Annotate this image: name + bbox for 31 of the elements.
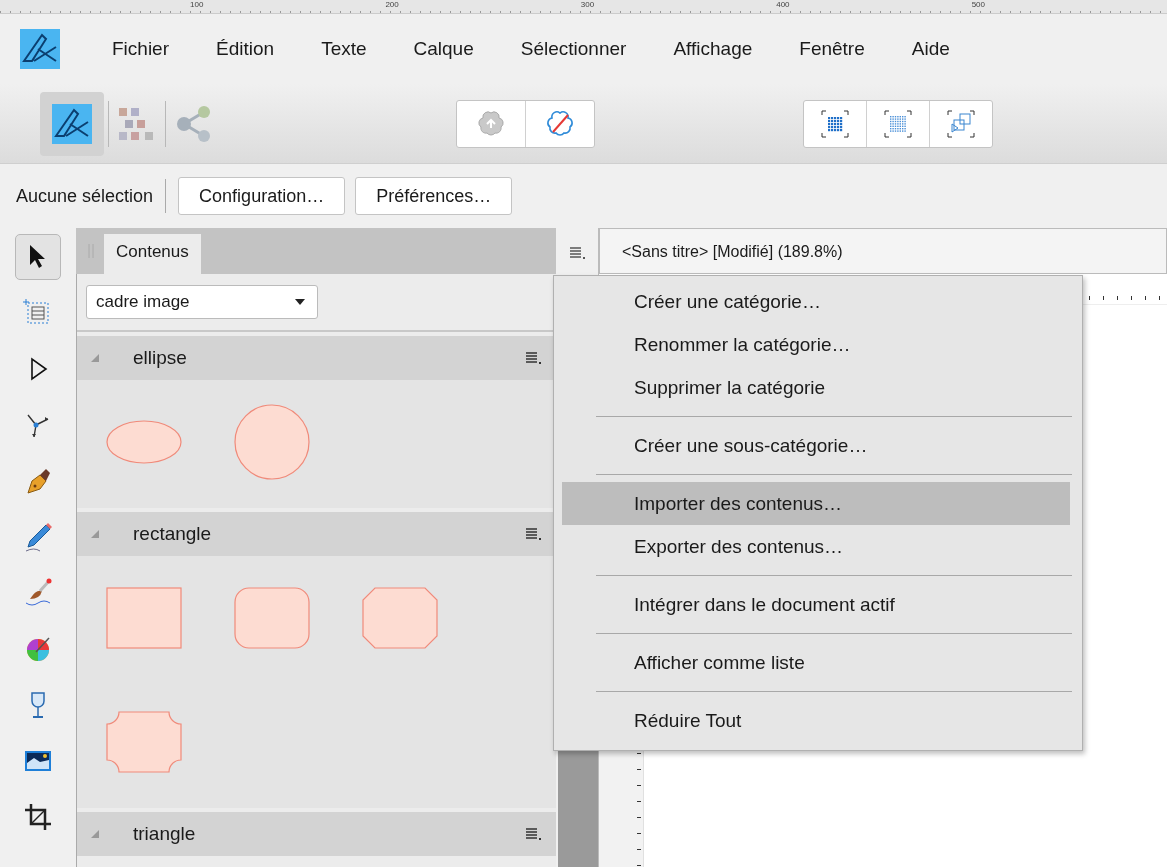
- menu-item[interactable]: Fichier: [112, 38, 169, 60]
- menu-item[interactable]: Sélectionner: [520, 38, 627, 60]
- menu-item[interactable]: Texte: [321, 38, 367, 60]
- selection-status: Aucune sélection: [16, 185, 154, 207]
- category-header[interactable]: triangle: [77, 812, 556, 856]
- menu-item[interactable]: Intégrer dans le document actif: [562, 583, 1070, 626]
- menu-item[interactable]: Créer une sous-catégorie…: [562, 424, 1070, 467]
- ruler-label: 500: [971, 0, 986, 11]
- menu-item[interactable]: Renommer la catégorie…: [562, 323, 1070, 366]
- ruler-label: 400: [776, 0, 791, 11]
- category-dropdown[interactable]: cadre image: [86, 285, 318, 319]
- menu-item[interactable]: Édition: [216, 38, 275, 60]
- menu-item[interactable]: Créer une catégorie…: [562, 280, 1070, 323]
- toolbar-button[interactable]: Préférences…: [355, 177, 513, 215]
- document-tab[interactable]: <Sans titre> [Modifié] (189.8%): [599, 228, 1167, 274]
- menu-item[interactable]: Afficher comme liste: [562, 641, 1070, 684]
- category-header[interactable]: ellipse: [77, 336, 556, 380]
- category-header[interactable]: rectangle: [77, 512, 556, 556]
- menu-item[interactable]: Affichage: [673, 38, 753, 60]
- toolbar-button[interactable]: Configuration…: [178, 177, 346, 215]
- menu-item[interactable]: Supprimer la catégorie: [562, 366, 1070, 409]
- ruler-label: 100: [190, 0, 205, 11]
- panel-tab[interactable]: Contenus: [104, 234, 201, 274]
- menu-item[interactable]: Fenêtre: [799, 38, 865, 60]
- menu-item[interactable]: Calque: [413, 38, 474, 60]
- menu-item[interactable]: Aide: [911, 38, 950, 60]
- ruler-label: 300: [580, 0, 596, 11]
- menu-item[interactable]: Importer des contenus…: [562, 482, 1070, 525]
- menu-item[interactable]: Réduire Tout: [562, 699, 1070, 742]
- menu-item[interactable]: Exporter des contenus…: [562, 525, 1070, 568]
- ruler-label: 200: [385, 0, 400, 11]
